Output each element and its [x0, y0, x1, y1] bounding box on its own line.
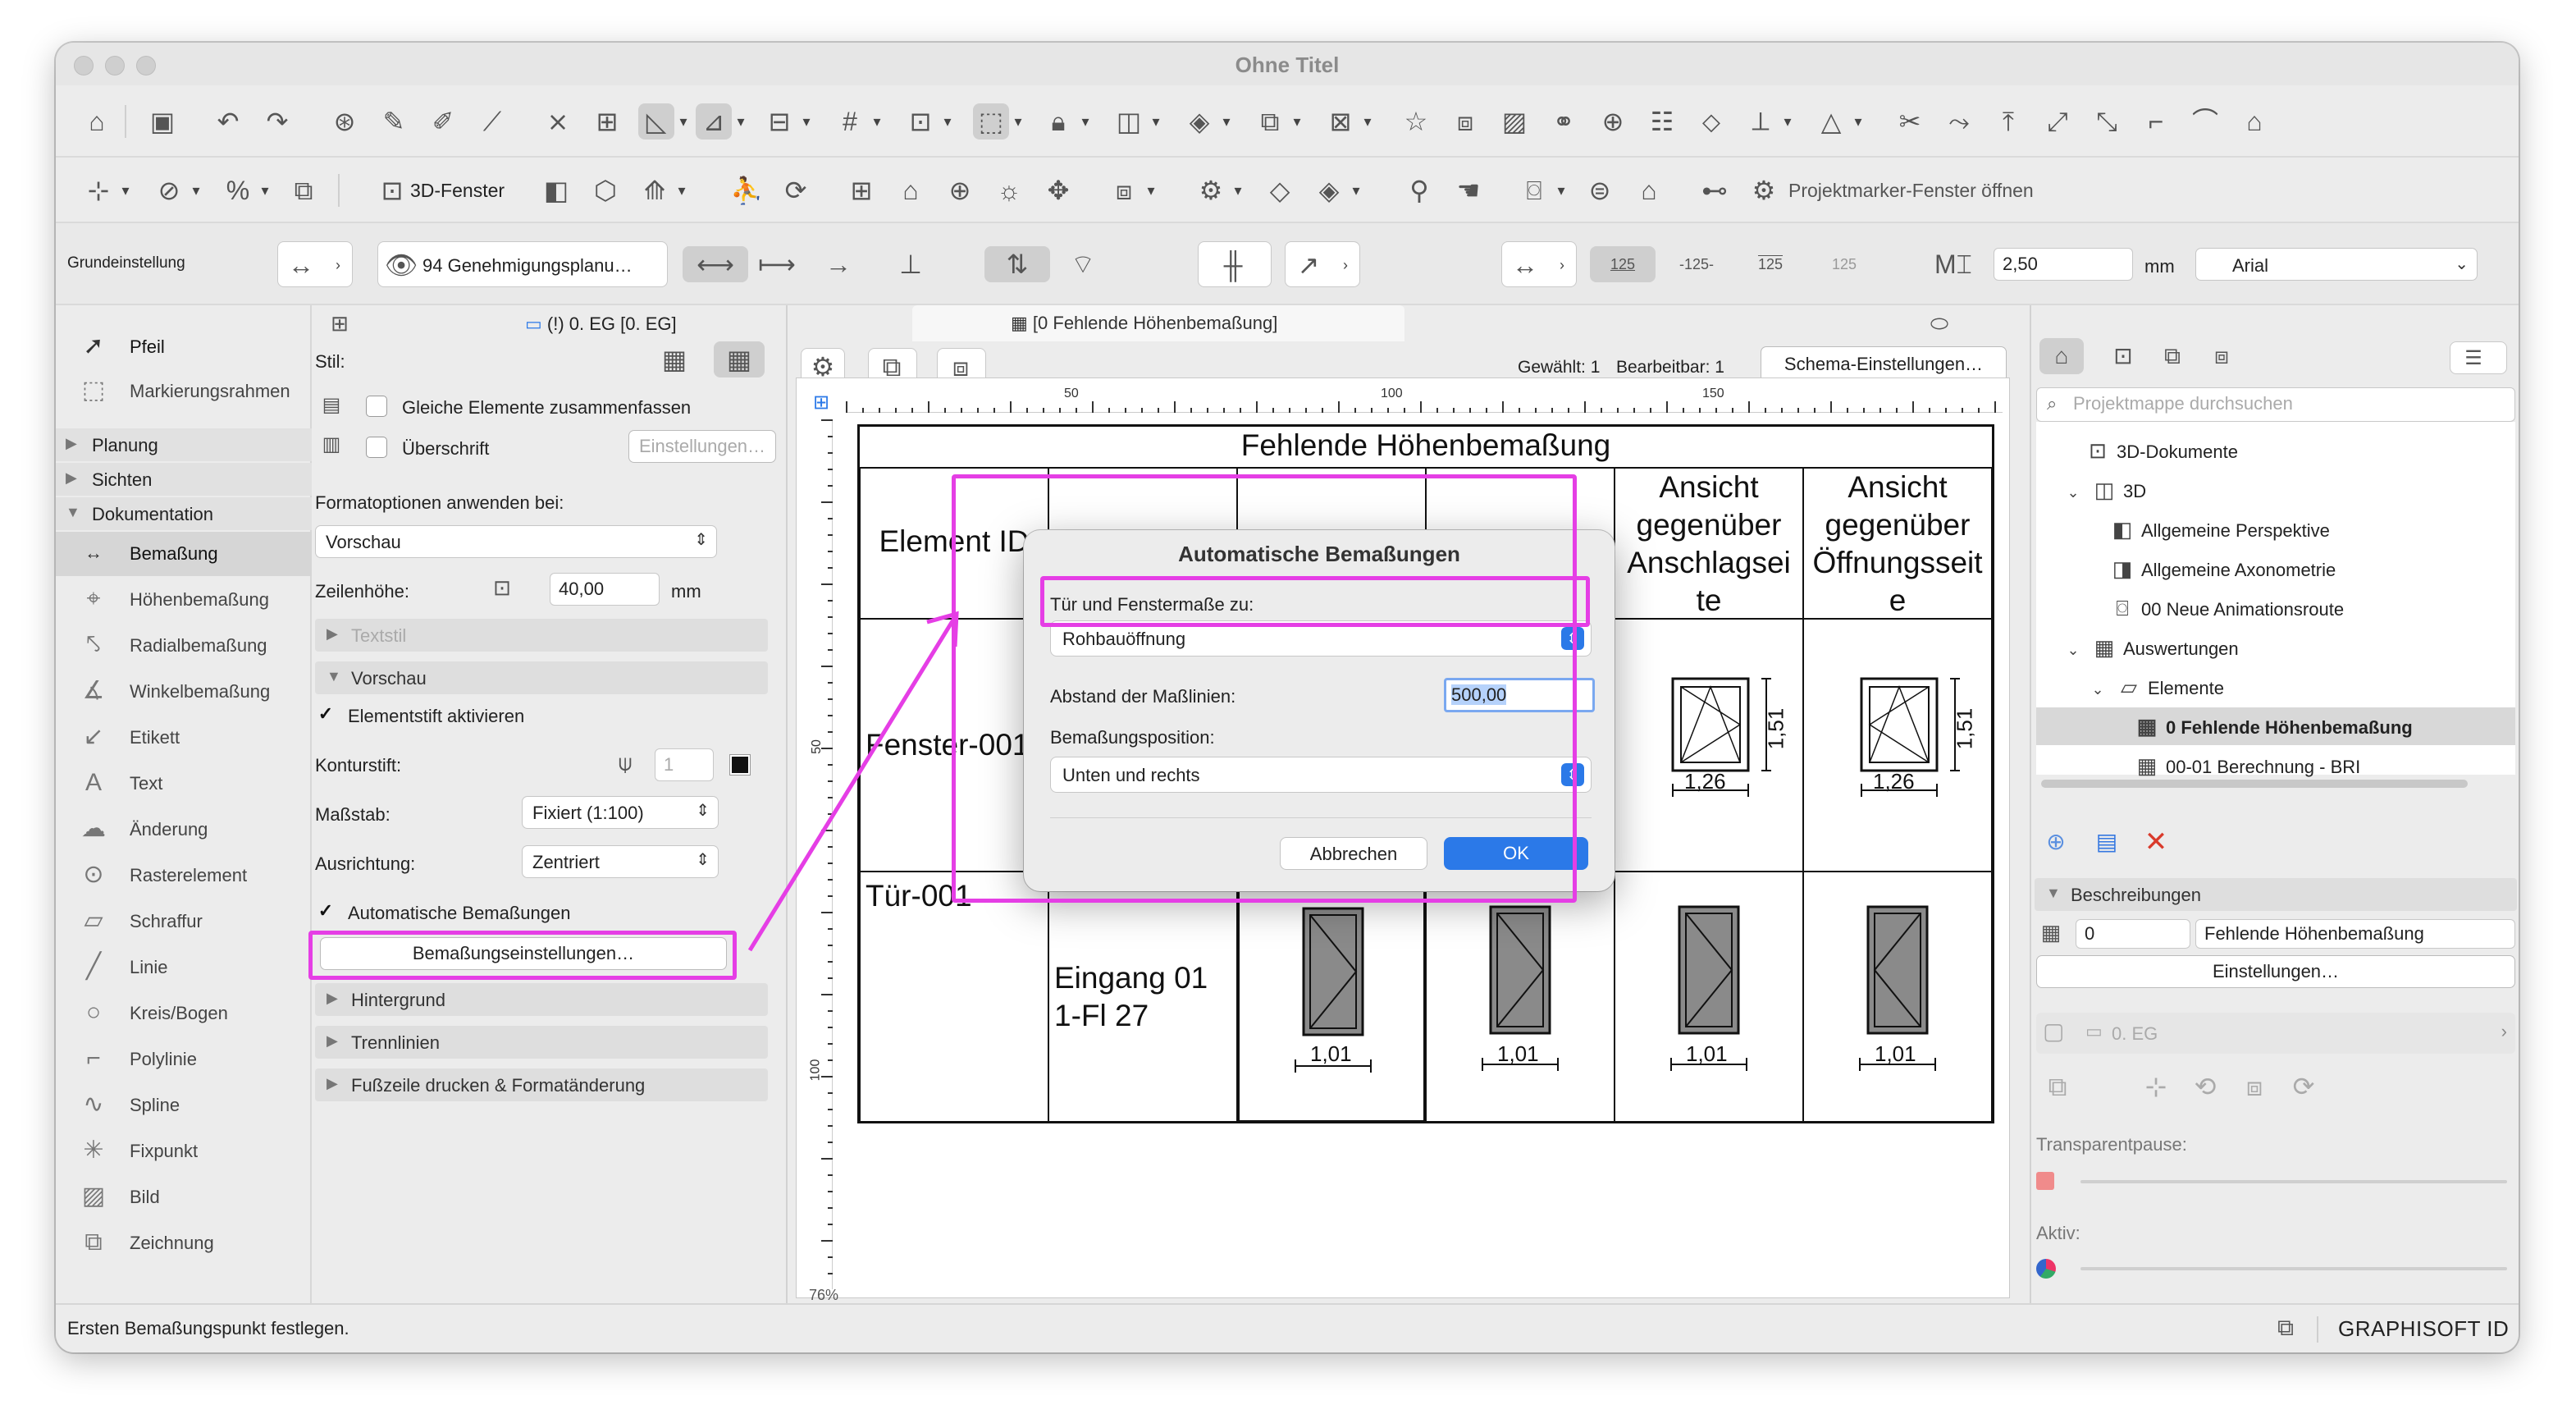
folder-3d-docs-icon: ⊡: [2089, 438, 2107, 463]
table-icon: ▦: [2094, 635, 2115, 660]
trace-label: Transparentpause:: [2036, 1134, 2187, 1155]
window-mode-icon[interactable]: ⧉: [2268, 1310, 2304, 1346]
menu-icon: ☰: [2464, 347, 2482, 369]
tree-item-fehlende[interactable]: ▦ 0 Fehlende Höhenbemaßung: [2036, 707, 2515, 745]
app-window: Ohne Titel ⌂ ▣ ↶ ↷ ⊛ ✎ ✐ ⟋ ⨯ ⊞ ◺ ▾ ⊿ ▾ ⊟…: [56, 43, 2519, 1352]
chevron-down-icon: ▼: [2046, 885, 2061, 901]
navigator-panel: ⌂ ⊡ ⧉ ⧈ ☰ ⌕ Projektmappe durchsuchen ⊡ 3D…: [2030, 305, 2519, 1303]
description-name-input[interactable]: Fehlende Höhenbemaßung: [2195, 919, 2515, 949]
navigator-tree: ⊡ 3D-Dokumente ⌄ ◫ 3D ◧ Allgemeine Perspekti…: [2036, 422, 2515, 778]
chevron-down-icon: ⌄: [2067, 484, 2080, 501]
layout-book-icon[interactable]: ⧉: [2154, 338, 2190, 374]
add-view-icon[interactable]: ⊹: [2138, 1068, 2174, 1105]
story-folder-icon: ▭: [2085, 1021, 2103, 1041]
page-icon: ▢: [2043, 1018, 2065, 1044]
refresh-icon[interactable]: ⟳: [2286, 1068, 2322, 1105]
camera-path-icon: ⌼: [2116, 596, 2129, 620]
view-settings-button[interactable]: Einstellungen…: [2036, 955, 2515, 988]
view-map-icon[interactable]: ⊡: [2105, 338, 2141, 374]
axonometry-icon: ◨: [2112, 556, 2133, 581]
tree-item-3d-docs[interactable]: ⊡ 3D-Dokumente: [2085, 432, 2238, 469]
tree-item-axonometry[interactable]: ◨ Allgemeine Axonometrie: [2110, 550, 2336, 588]
navigator-search-input[interactable]: ⌕ Projektmappe durchsuchen: [2036, 387, 2515, 422]
elements-icon: ▱: [2121, 675, 2137, 699]
navigator-menu-button[interactable]: ☰: [2450, 341, 2507, 374]
redefine-icon[interactable]: ⧈: [2236, 1068, 2272, 1105]
active-slider[interactable]: [2080, 1267, 2507, 1270]
search-icon: ⌕: [2047, 393, 2058, 414]
descriptions-section[interactable]: ▼ Beschreibungen: [2035, 878, 2517, 911]
tree-item-elemente[interactable]: ⌄ ▱ Elemente: [2085, 668, 2224, 706]
rotate-view-icon[interactable]: ⟲: [2187, 1068, 2223, 1105]
graphisoft-id[interactable]: GRAPHISOFT ID: [2338, 1316, 2509, 1342]
description-id-input[interactable]: 0: [2076, 919, 2190, 949]
tree-item-auswertungen[interactable]: ⌄ ▦ Auswertungen: [2061, 629, 2238, 666]
trace-color-swatch[interactable]: [2036, 1172, 2054, 1190]
new-item-icon[interactable]: ⊕: [2038, 824, 2074, 860]
tree-item-3d[interactable]: ⌄ ◫ 3D: [2061, 471, 2146, 509]
story-selector[interactable]: ▢ ▭ 0. EG ›: [2036, 1013, 2515, 1054]
tree-item-perspective[interactable]: ◧ Allgemeine Perspektive: [2110, 510, 2330, 548]
active-label: Aktiv:: [2036, 1223, 2080, 1243]
cube-icon: ◫: [2094, 478, 2115, 502]
chevron-right-icon: ›: [2501, 1021, 2507, 1041]
status-message: Ersten Bemaßungspunkt festlegen.: [67, 1318, 349, 1338]
properties-icon[interactable]: ▤: [2089, 824, 2125, 860]
publisher-sets-icon[interactable]: ⧈: [2204, 338, 2240, 374]
chevron-down-icon: ⌄: [2091, 681, 2104, 698]
perspective-icon: ◧: [2112, 517, 2133, 542]
link-view-icon[interactable]: ⧉: [2039, 1068, 2076, 1105]
tree-scrollbar[interactable]: [2041, 780, 2468, 788]
chevron-down-icon: ⌄: [2067, 642, 2080, 658]
status-bar: Ersten Bemaßungspunkt festlegen. ⧉ GRAPH…: [56, 1303, 2519, 1352]
trace-slider[interactable]: [2080, 1180, 2507, 1183]
tree-item-animation[interactable]: ⌼ 00 Neue Animationsroute: [2110, 589, 2344, 627]
color-wheel-icon[interactable]: [2036, 1259, 2056, 1279]
delete-icon[interactable]: ✕: [2138, 824, 2174, 860]
story-label: 0. EG: [2112, 1023, 2158, 1044]
table-icon: ▦: [2040, 920, 2062, 945]
table-icon: ▦: [2136, 714, 2158, 739]
project-map-icon[interactable]: ⌂: [2039, 338, 2084, 374]
